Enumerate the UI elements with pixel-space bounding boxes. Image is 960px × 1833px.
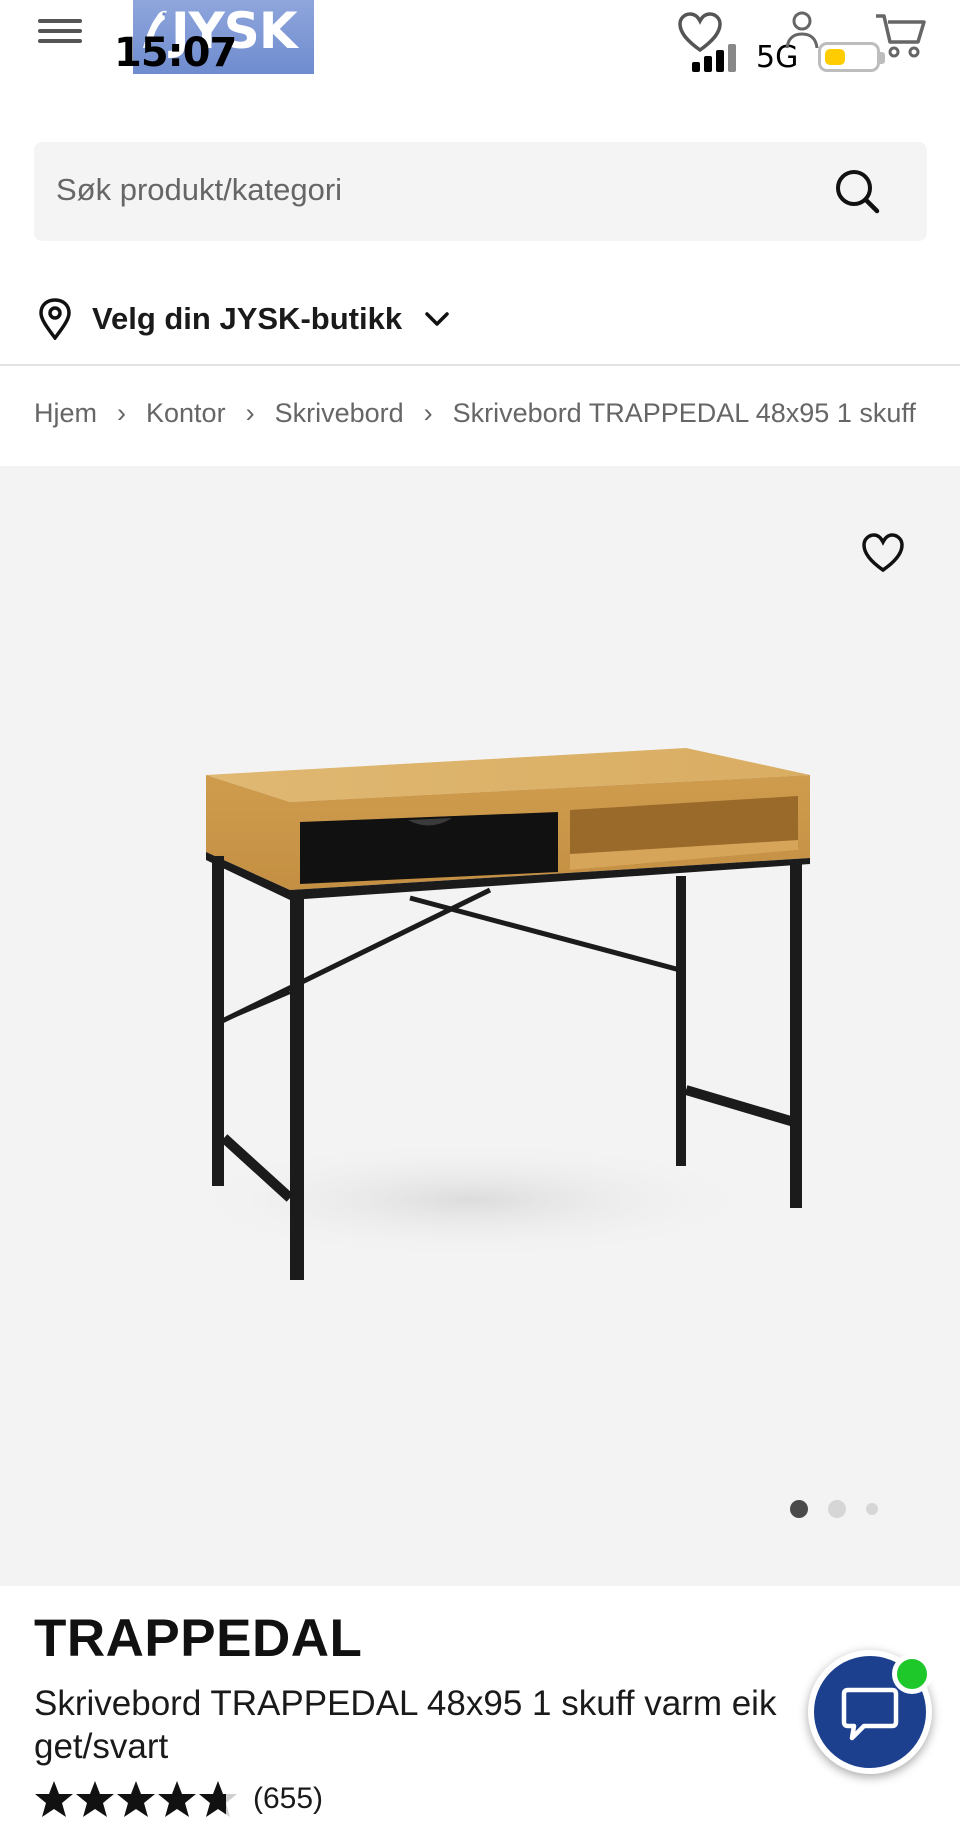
gallery-dot-3[interactable] [866,1503,878,1515]
gallery-pagination [790,1500,898,1518]
user-account-icon[interactable] [782,10,822,50]
breadcrumb-separator-icon: › [423,398,433,428]
breadcrumb-kontor[interactable]: Kontor [146,398,226,428]
store-selector-label: Velg din JYSK-butikk [92,301,403,336]
star-filled-icon [76,1781,114,1817]
battery-icon [818,42,880,72]
app-header: JYSK 15:07 5G [0,0,960,110]
signal-strength-icon [692,44,736,72]
breadcrumb-separator-icon: › [117,398,127,428]
shopping-cart-icon[interactable] [874,10,926,60]
header-divider [0,364,960,366]
search-icon[interactable] [833,167,881,215]
star-filled-icon [35,1781,73,1817]
chat-bubble-icon [841,1687,899,1741]
location-pin-icon [39,298,71,340]
chat-online-indicator [892,1654,932,1694]
review-count: (655) [253,1782,324,1815]
rating-stars [34,1780,239,1818]
search-input[interactable]: Søk produkt/kategori [34,142,927,241]
breadcrumb-current[interactable]: Skrivebord TRAPPEDAL 48x95 1 skuff [453,398,916,428]
product-rating[interactable]: (655) [34,1780,323,1818]
chevron-down-icon [425,312,449,326]
search-placeholder: Søk produkt/kategori [56,172,343,207]
gallery-dot-1[interactable] [790,1500,808,1518]
product-brand: TRAPPEDAL [34,1609,363,1668]
store-selector[interactable]: Velg din JYSK-butikk [38,294,450,344]
breadcrumb-home[interactable]: Hjem [34,398,97,428]
breadcrumb: Hjem › Kontor › Skrivebord › Skrivebord TRAPPE… [34,398,926,438]
star-filled-icon [117,1781,155,1817]
breadcrumb-skrivebord[interactable]: Skrivebord [275,398,404,428]
status-time: 15:07 [114,30,237,76]
star-filled-icon [158,1781,196,1817]
breadcrumb-separator-icon: › [245,398,255,428]
star-partial-icon [199,1781,237,1817]
add-to-wishlist-heart-icon[interactable] [860,532,906,574]
battery-level [825,49,845,65]
product-image-desk [170,748,810,1280]
gallery-dot-2[interactable] [828,1500,846,1518]
product-title: Skrivebord TRAPPEDAL 48x95 1 skuff varm … [34,1684,777,1766]
hamburger-menu-icon[interactable] [38,14,82,54]
